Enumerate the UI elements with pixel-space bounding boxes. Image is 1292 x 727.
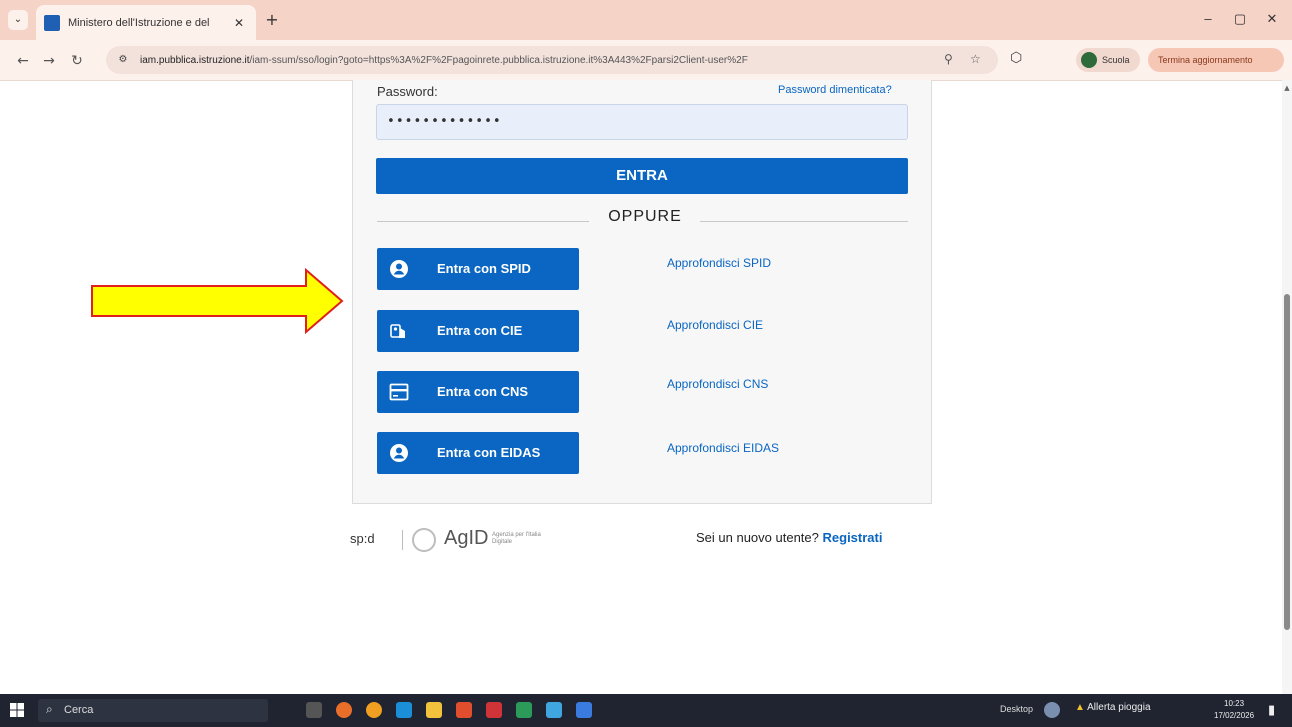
browser-tab-active[interactable]: Ministero dell'Istruzione e del ✕	[36, 5, 256, 40]
scroll-up-icon[interactable]: ▲	[1282, 84, 1292, 92]
maximize-button[interactable]: ▢	[1226, 8, 1254, 30]
agid-logo: AgID	[444, 527, 489, 549]
url-text: iam.pubblica.istruzione.it/iam-ssum/sso/…	[140, 55, 940, 66]
card-icon	[389, 383, 409, 401]
password-field[interactable]: •••••••••••••	[376, 104, 908, 140]
file-explorer-icon[interactable]	[426, 702, 442, 718]
translate-icon[interactable]: ⚲	[944, 52, 953, 66]
cns-login-label: Entra con CNS	[437, 384, 529, 399]
spid-login-label: Entra con SPID	[437, 261, 531, 276]
tab-close-icon[interactable]: ✕	[234, 16, 244, 30]
cie-login-label: Entra con CIE	[437, 323, 523, 338]
user-circle-icon	[390, 260, 408, 278]
taskbar-search[interactable]: ⌕ Cerca	[38, 699, 268, 722]
url-path: /iam-ssum/sso/login?goto=https%3A%2F%2Fp…	[249, 54, 748, 66]
learn-cns-link[interactable]: Approfondisci CNS	[667, 377, 768, 391]
cie-login-button[interactable]: Entra con CIE	[377, 310, 579, 352]
forward-arrow-icon[interactable]: →	[40, 52, 58, 70]
eidas-login-label: Entra con EIDAS	[437, 445, 541, 460]
separator-left	[377, 221, 589, 222]
user-circle-icon	[390, 444, 408, 462]
task-view-icon[interactable]	[306, 702, 322, 718]
clock-time: 10:23	[1224, 699, 1245, 708]
reload-icon[interactable]: ↻	[68, 52, 86, 70]
edge-app-icon[interactable]	[396, 702, 412, 718]
learn-cie-link[interactable]: Approfondisci CIE	[667, 318, 763, 332]
desktop-label[interactable]: Desktop	[1000, 704, 1033, 714]
spid-login-button[interactable]: Entra con SPID	[377, 248, 579, 290]
update-button[interactable]: Termina aggiornamento	[1148, 48, 1284, 72]
firefox-app-icon[interactable]	[456, 702, 472, 718]
agid-subtitle: Agenzia per l'Italia Digitale	[492, 532, 541, 545]
scrollbar-thumb[interactable]	[1284, 294, 1290, 630]
annotation-arrow-icon	[91, 268, 344, 334]
clock-date: 17/02/2026	[1214, 711, 1255, 720]
app-icon-7[interactable]	[486, 702, 502, 718]
learn-spid-link[interactable]: Approfondisci SPID	[667, 256, 771, 270]
new-user-prompt: Sei un nuovo utente? Registrati	[696, 530, 882, 545]
enter-button[interactable]: ENTRA	[376, 158, 908, 194]
new-user-text: Sei un nuovo utente?	[696, 530, 819, 545]
profile-chip[interactable]: Scuola	[1076, 48, 1140, 72]
minimize-button[interactable]: –	[1194, 8, 1222, 30]
app-icon-10[interactable]	[576, 702, 592, 718]
search-icon: ⌕	[46, 702, 53, 716]
separator-right	[700, 221, 908, 222]
warning-icon: ▲	[1075, 702, 1085, 713]
eidas-login-button[interactable]: Entra con EIDAS	[377, 432, 579, 474]
site-info-icon[interactable]: ⚙	[116, 53, 130, 67]
or-separator: OPPURE	[608, 208, 682, 225]
address-bar[interactable]: ⚙ iam.pubblica.istruzione.it/iam-ssum/ss…	[106, 46, 998, 74]
agid-logo-icon	[412, 528, 436, 552]
avatar	[1081, 52, 1097, 68]
windows-start-icon[interactable]	[10, 703, 24, 717]
page-scrollbar[interactable]: ▲	[1282, 80, 1292, 694]
tab-list-button[interactable]: ⌄	[8, 10, 28, 30]
browser-tab-bar: ⌄ Ministero dell'Istruzione e del ✕ + – …	[0, 0, 1292, 40]
notification-icon[interactable]: ▮	[1268, 703, 1275, 718]
browser-app-icon[interactable]	[366, 702, 382, 718]
extensions-icon[interactable]: ⬡	[1010, 50, 1022, 66]
register-link[interactable]: Registrati	[823, 530, 883, 545]
new-tab-button[interactable]: +	[262, 10, 282, 30]
app-icon-8[interactable]	[516, 702, 532, 718]
profile-label: Scuola	[1102, 55, 1130, 65]
widget-icon[interactable]	[1044, 702, 1060, 718]
forgot-password-link[interactable]: Password dimenticata?	[778, 84, 892, 96]
site-favicon-icon	[44, 14, 60, 31]
learn-eidas-link[interactable]: Approfondisci EIDAS	[667, 441, 779, 455]
footer-divider	[402, 530, 403, 550]
taskbar-clock[interactable]: 10:23 17/02/2026	[1214, 698, 1254, 722]
search-placeholder: Cerca	[64, 704, 94, 716]
tab-title: Ministero dell'Istruzione e del	[68, 16, 210, 29]
back-arrow-icon[interactable]: ←	[14, 52, 32, 70]
app-icon-9[interactable]	[546, 702, 562, 718]
close-window-button[interactable]: ✕	[1258, 8, 1286, 30]
weather-label: Allerta pioggia	[1087, 702, 1151, 713]
cns-login-button[interactable]: Entra con CNS	[377, 371, 579, 413]
url-domain: iam.pubblica.istruzione.it	[140, 54, 250, 66]
windows-taskbar: ⌕ Cerca Desktop ▲ Allerta pioggia 10:23 …	[0, 694, 1292, 727]
bookmark-star-icon[interactable]: ☆	[970, 52, 981, 66]
chrome-app-icon[interactable]	[336, 702, 352, 718]
weather-widget[interactable]: ▲ Allerta pioggia	[1075, 702, 1151, 713]
password-label: Password:	[377, 84, 438, 99]
id-card-hand-icon	[390, 324, 405, 338]
spid-logo: sp:d	[350, 531, 375, 546]
